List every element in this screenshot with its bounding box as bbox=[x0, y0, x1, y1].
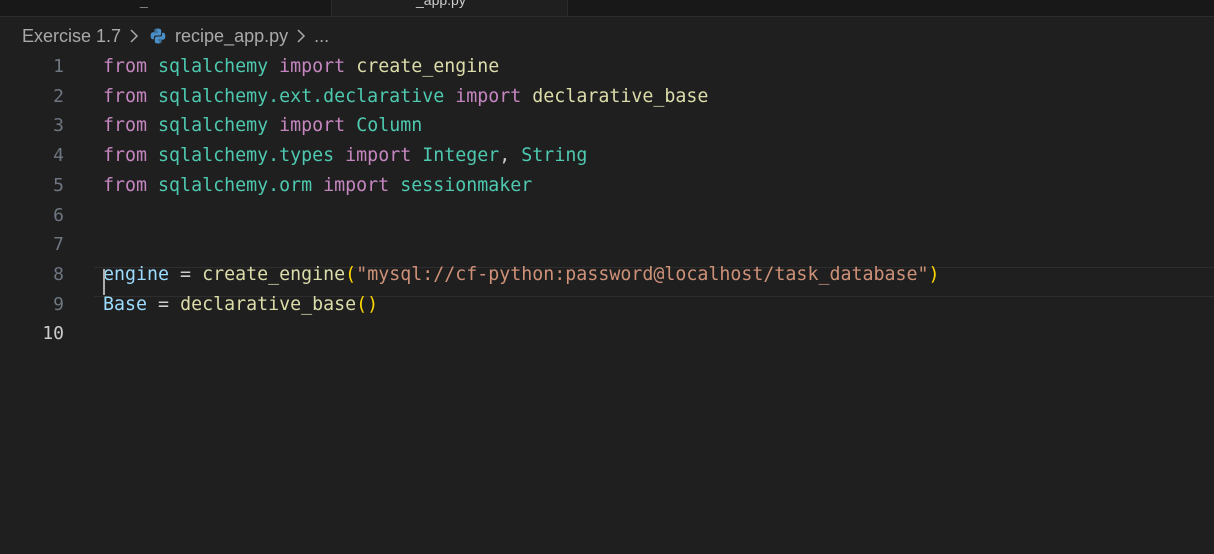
tab-label: _ bbox=[140, 0, 148, 8]
code-text: from sqlalchemy import create_engine bbox=[103, 52, 499, 82]
code-token: engine bbox=[103, 263, 170, 285]
code-line[interactable]: 9 Base = declarative_base() bbox=[0, 290, 1214, 320]
code-token: "mysql://cf-python:password@localhost/ta… bbox=[356, 263, 929, 285]
line-number: 5 bbox=[53, 174, 64, 196]
code-text: from sqlalchemy.types import Integer, St… bbox=[103, 141, 587, 171]
code-text: engine = create_engine("mysql://cf-pytho… bbox=[103, 260, 940, 290]
line-number: 2 bbox=[53, 85, 64, 107]
code-token: sqlalchemy bbox=[158, 115, 269, 137]
code-token: Base bbox=[103, 293, 148, 315]
code-token: Integer bbox=[422, 145, 500, 167]
code-token: declarative_base bbox=[180, 293, 357, 315]
code-token: create_engine bbox=[356, 56, 500, 77]
code-token: sessionmaker bbox=[400, 174, 533, 196]
tab-label: _app.py bbox=[416, 0, 466, 8]
line-number: 1 bbox=[53, 56, 64, 77]
code-token: = bbox=[169, 263, 203, 285]
code-token: String bbox=[521, 145, 588, 167]
code-line[interactable]: 1 from sqlalchemy import create_engine bbox=[0, 52, 1214, 82]
code-line[interactable]: 7 bbox=[0, 230, 1214, 260]
code-token: sqlalchemy.types bbox=[158, 145, 335, 167]
code-token: import bbox=[279, 56, 346, 77]
code-line[interactable]: 3 from sqlalchemy import Column bbox=[0, 111, 1214, 141]
code-line[interactable]: 2 from sqlalchemy.ext.declarative import … bbox=[0, 82, 1214, 112]
code-token: import bbox=[345, 145, 412, 167]
editor-tab-bar: _ _app.py bbox=[0, 0, 1214, 17]
code-token: sqlalchemy.ext.declarative bbox=[158, 85, 445, 107]
line-number: 10 bbox=[42, 323, 64, 345]
code-token: declarative_base bbox=[532, 85, 709, 107]
code-token: Column bbox=[356, 115, 423, 137]
code-token: from bbox=[103, 56, 148, 77]
code-line[interactable]: 10 bbox=[0, 319, 1214, 349]
code-line[interactable]: 4 from sqlalchemy.types import Integer, S… bbox=[0, 141, 1214, 171]
code-token: ) bbox=[928, 263, 940, 285]
line-number: 7 bbox=[53, 234, 64, 256]
code-token: , bbox=[499, 145, 522, 167]
code-token: = bbox=[147, 293, 181, 315]
breadcrumb-file[interactable]: recipe_app.py bbox=[175, 26, 288, 47]
python-icon bbox=[149, 27, 167, 45]
code-line[interactable]: 6 bbox=[0, 201, 1214, 231]
tab-inactive[interactable]: _ bbox=[0, 0, 332, 16]
chevron-right-icon bbox=[296, 29, 306, 43]
code-token: from bbox=[103, 115, 148, 137]
code-token: ( bbox=[345, 263, 357, 285]
line-number: 8 bbox=[53, 263, 64, 285]
code-token: from bbox=[103, 145, 148, 167]
line-number: 4 bbox=[53, 145, 64, 167]
code-token: import bbox=[455, 85, 522, 107]
breadcrumb-more[interactable]: ... bbox=[314, 26, 329, 47]
code-token: from bbox=[103, 85, 148, 107]
code-token: from bbox=[103, 174, 148, 196]
code-line[interactable]: 5 from sqlalchemy.orm import sessionmaker bbox=[0, 171, 1214, 201]
code-text: from sqlalchemy.ext.declarative import d… bbox=[103, 82, 708, 112]
chevron-right-icon bbox=[129, 29, 139, 43]
code-text: Base = declarative_base() bbox=[103, 290, 378, 320]
text-cursor bbox=[103, 269, 105, 295]
breadcrumb-folder[interactable]: Exercise 1.7 bbox=[22, 26, 121, 47]
code-line[interactable]: 8 engine = create_engine("mysql://cf-pyth… bbox=[0, 260, 1214, 290]
code-token: () bbox=[356, 293, 379, 315]
code-token: sqlalchemy bbox=[158, 56, 269, 77]
code-token: import bbox=[279, 115, 346, 137]
line-number: 3 bbox=[53, 115, 64, 137]
tab-active[interactable]: _app.py bbox=[332, 0, 568, 16]
breadcrumb: Exercise 1.7 recipe_app.py ... bbox=[22, 24, 329, 48]
code-token: sqlalchemy.orm bbox=[158, 174, 313, 196]
code-token: create_engine bbox=[202, 263, 346, 285]
line-number: 6 bbox=[53, 204, 64, 226]
line-number: 9 bbox=[53, 293, 64, 315]
code-token: import bbox=[323, 174, 390, 196]
code-text: from sqlalchemy import Column bbox=[103, 111, 422, 141]
code-text: from sqlalchemy.orm import sessionmaker bbox=[103, 171, 532, 201]
